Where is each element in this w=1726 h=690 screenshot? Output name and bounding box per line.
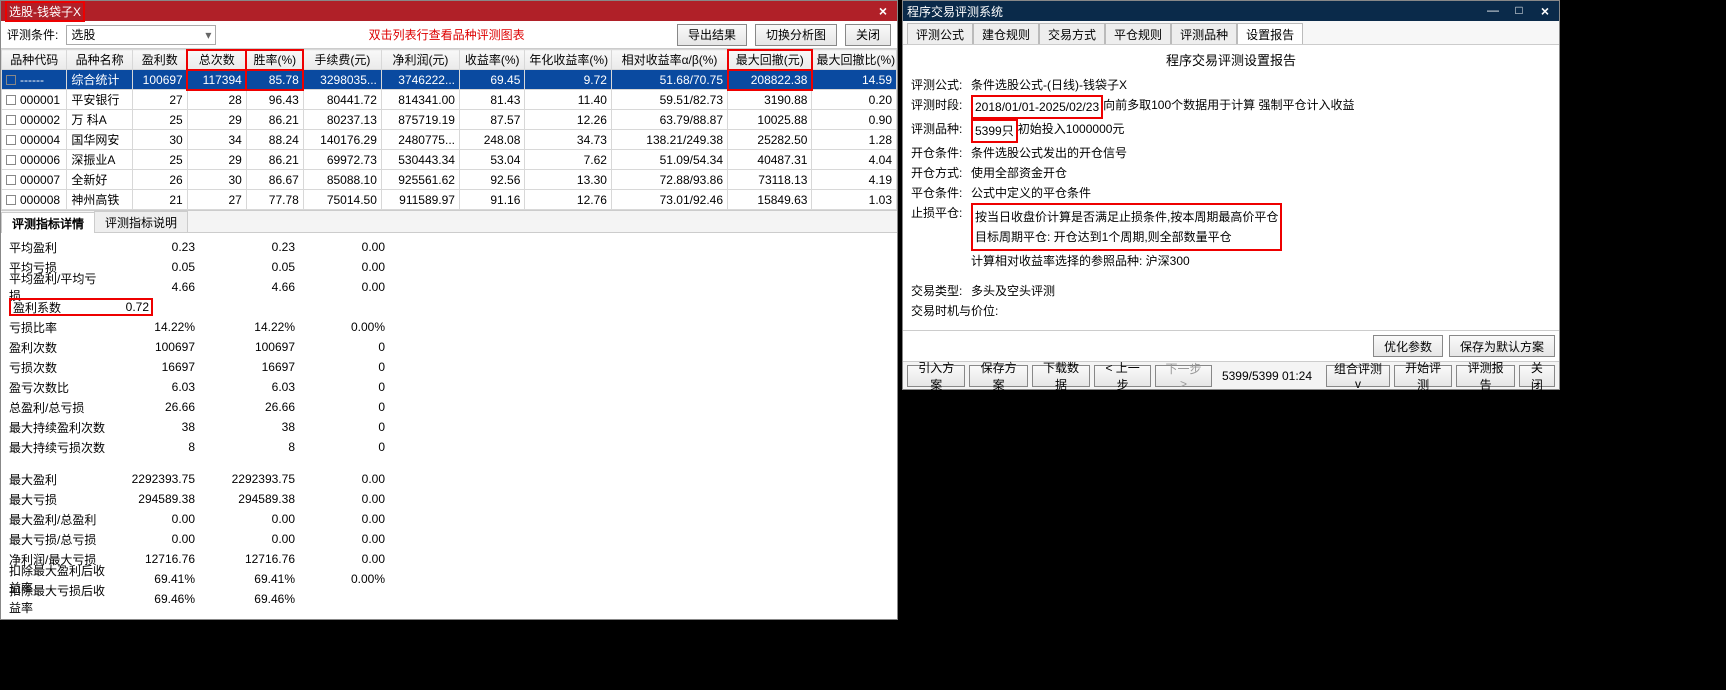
table-row[interactable]: ------综合统计10069711739485.783298035...374… — [2, 70, 897, 90]
minimize-icon[interactable]: — — [1483, 3, 1503, 19]
tab-metric-help[interactable]: 评测指标说明 — [94, 211, 188, 232]
result-table: 品种代码品种名称盈利数总次数胜率(%)手续费(元)净利润(元)收益率(%)年化收… — [1, 49, 897, 211]
metrics-panel: 平均盈利0.230.230.00平均亏损0.050.050.00平均盈利/平均亏… — [1, 233, 897, 619]
right-title: 程序交易评测系统 — [907, 3, 1003, 20]
right-tab[interactable]: 平仓规则 — [1105, 23, 1171, 44]
import-button[interactable]: 引入方案 — [907, 365, 965, 387]
save-plan-button[interactable]: 保存方案 — [969, 365, 1027, 387]
cond-combo[interactable]: 选股 — [66, 25, 216, 45]
row-checkbox[interactable] — [6, 175, 16, 185]
save-default-button[interactable]: 保存为默认方案 — [1449, 335, 1555, 357]
row-checkbox[interactable] — [6, 155, 16, 165]
metric-row: 盈亏次数比6.036.030 — [9, 377, 889, 397]
close-button[interactable]: 关闭 — [1519, 365, 1555, 387]
right-tab[interactable]: 评测公式 — [907, 23, 973, 44]
metric-row: 总盈利/总亏损26.6626.660 — [9, 397, 889, 417]
period-value: 2018/01/01-2025/02/23 — [971, 95, 1103, 119]
metric-row: 扣除最大盈利后收益率69.41%69.41%0.00% — [9, 569, 889, 589]
metric-row: 最大亏损294589.38294589.380.00 — [9, 489, 889, 509]
close-icon[interactable]: × — [873, 3, 893, 19]
right-window: 程序交易评测系统 — □ × 评测公式建仓规则交易方式平仓规则评测品种设置报告 … — [902, 0, 1560, 690]
table-row[interactable]: 000002万 科A252986.2180237.13875719.1987.5… — [2, 110, 897, 130]
metric-row: 最大持续亏损次数880 — [9, 437, 889, 457]
report-title: 程序交易评测设置报告 — [911, 51, 1551, 71]
right-titlebar: 程序交易评测系统 — □ × — [903, 1, 1559, 21]
col-header[interactable]: 手续费(元) — [303, 50, 381, 70]
row-checkbox[interactable] — [6, 95, 16, 105]
switch-button[interactable]: 切换分析图 — [755, 24, 837, 46]
report-panel: 程序交易评测设置报告 评测公式:条件选股公式-(日线)-钱袋子X 评测时段:20… — [903, 45, 1559, 330]
table-row[interactable]: 000008神州高铁212777.7875014.50911589.9791.1… — [2, 190, 897, 210]
cond-label: 评测条件: — [7, 26, 58, 43]
row-checkbox[interactable] — [6, 115, 16, 125]
combo-eval-button[interactable]: 组合评测v — [1326, 365, 1390, 387]
metric-row: 亏损比率14.22%14.22%0.00% — [9, 317, 889, 337]
eval-report-button[interactable]: 评测报告 — [1456, 365, 1514, 387]
maximize-icon[interactable]: □ — [1509, 3, 1529, 19]
black-area — [902, 390, 1560, 690]
optimize-button[interactable]: 优化参数 — [1373, 335, 1443, 357]
report-footer: 优化参数 保存为默认方案 — [903, 330, 1559, 361]
progress-status: 5399/5399 01:24 — [1216, 369, 1318, 383]
left-titlebar: 选股-钱袋子X × — [1, 1, 897, 21]
variety-value: 5399只 — [971, 119, 1018, 143]
left-title: 选股-钱袋子X — [5, 1, 85, 22]
metric-row: 最大亏损/总亏损0.000.000.00 — [9, 529, 889, 549]
metric-tabs: 评测指标详情 评测指标说明 — [1, 211, 897, 233]
start-eval-button[interactable]: 开始评测 — [1394, 365, 1452, 387]
stop-block: 按当日收盘价计算是否满足止损条件,按本周期最高价平仓 目标周期平仓: 开仓达到1… — [971, 203, 1282, 251]
close-icon[interactable]: × — [1535, 3, 1555, 19]
table-row[interactable]: 000006深振业A252986.2169972.73530443.3453.0… — [2, 150, 897, 170]
prev-button[interactable]: < 上一步 — [1094, 365, 1151, 387]
col-header[interactable]: 相对收益率α/β(%) — [611, 50, 727, 70]
left-toolbar: 评测条件: 选股 双击列表行查看品种评测图表 导出结果 切换分析图 关闭 — [1, 21, 897, 49]
right-tabs: 评测公式建仓规则交易方式平仓规则评测品种设置报告 — [903, 21, 1559, 45]
metric-row: 盈利系数0.72 — [9, 297, 889, 317]
tab-metric-detail[interactable]: 评测指标详情 — [1, 212, 95, 233]
col-header[interactable]: 胜率(%) — [246, 50, 303, 70]
col-header[interactable]: 总次数 — [187, 50, 246, 70]
col-header[interactable]: 品种代码 — [2, 50, 67, 70]
col-header[interactable]: 收益率(%) — [459, 50, 524, 70]
left-window: 选股-钱袋子X × 评测条件: 选股 双击列表行查看品种评测图表 导出结果 切换… — [0, 0, 898, 620]
col-header[interactable]: 最大回撤(元) — [728, 50, 812, 70]
right-tab[interactable]: 设置报告 — [1237, 23, 1303, 44]
metric-row: 平均盈利0.230.230.00 — [9, 237, 889, 257]
table-row[interactable]: 000001平安银行272896.4380441.72814341.0081.4… — [2, 90, 897, 110]
next-button: 下一步 > — [1155, 365, 1212, 387]
metric-row: 平均亏损0.050.050.00 — [9, 257, 889, 277]
col-header[interactable]: 最大回撤比(%) — [812, 50, 897, 70]
bottom-bar: 引入方案 保存方案 下载数据 < 上一步 下一步 > 5399/5399 01:… — [903, 361, 1559, 389]
right-tab[interactable]: 评测品种 — [1171, 23, 1237, 44]
close-button[interactable]: 关闭 — [845, 24, 891, 46]
row-checkbox[interactable] — [6, 135, 16, 145]
col-header[interactable]: 盈利数 — [132, 50, 187, 70]
row-checkbox[interactable] — [6, 75, 16, 85]
col-header[interactable]: 年化收益率(%) — [525, 50, 612, 70]
metric-row: 亏损次数16697166970 — [9, 357, 889, 377]
right-tab[interactable]: 建仓规则 — [973, 23, 1039, 44]
metric-row: 盈利次数1006971006970 — [9, 337, 889, 357]
metric-row: 最大盈利/总盈利0.000.000.00 — [9, 509, 889, 529]
metric-row: 平均盈利/平均亏损4.664.660.00 — [9, 277, 889, 297]
metric-row: 最大盈利2292393.752292393.750.00 — [9, 469, 889, 489]
download-button[interactable]: 下载数据 — [1032, 365, 1090, 387]
row-checkbox[interactable] — [6, 195, 16, 205]
right-tab[interactable]: 交易方式 — [1039, 23, 1105, 44]
col-header[interactable]: 品种名称 — [67, 50, 132, 70]
table-row[interactable]: 000007全新好263086.6785088.10925561.6292.56… — [2, 170, 897, 190]
table-row[interactable]: 000004国华网安303488.24140176.292480775...24… — [2, 130, 897, 150]
col-header[interactable]: 净利润(元) — [381, 50, 459, 70]
metric-row: 净利润/最大亏损12716.7612716.760.00 — [9, 549, 889, 569]
metric-row: 扣除最大亏损后收益率69.46%69.46% — [9, 589, 889, 609]
hint-text: 双击列表行查看品种评测图表 — [224, 26, 669, 43]
export-button[interactable]: 导出结果 — [677, 24, 747, 46]
metric-row: 最大持续盈利次数38380 — [9, 417, 889, 437]
